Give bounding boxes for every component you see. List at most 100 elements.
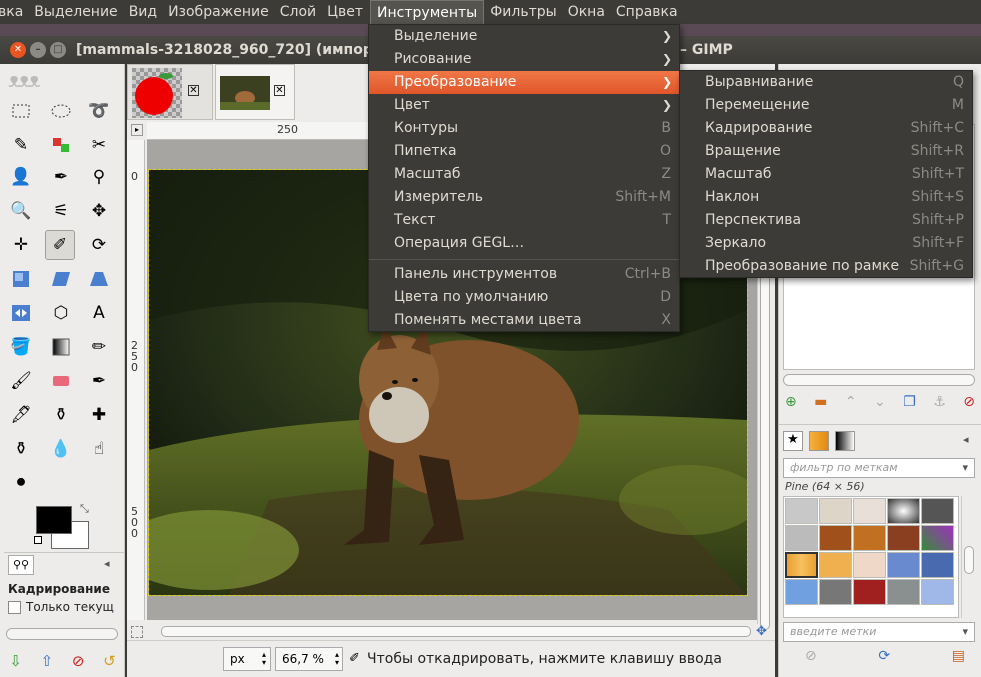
transform-item-scale[interactable]: Масштаб Shift+T (680, 163, 972, 186)
pattern-swatch[interactable] (819, 498, 852, 524)
pattern-swatch[interactable] (819, 525, 852, 551)
menu-select[interactable]: Выделение (30, 0, 124, 24)
tools-menu-item-measure[interactable]: Измеритель Shift+M (369, 186, 679, 209)
tool-options-tab-icon[interactable]: ⚲⚲ (8, 555, 34, 575)
pattern-swatch[interactable] (819, 552, 852, 578)
brushes-tab-icon[interactable]: ★ (783, 431, 803, 451)
brush-tag-filter[interactable]: фильтр по меткам ▾ (783, 458, 975, 478)
menu-layer[interactable]: Слой (276, 0, 323, 24)
gradients-tab-icon[interactable] (835, 431, 855, 451)
color-picker-tool-icon[interactable]: ⚲ (84, 162, 114, 192)
pattern-swatch[interactable] (785, 498, 818, 524)
pattern-tags-input[interactable]: введите метки ▾ (783, 622, 975, 642)
tools-menu-item-gegl[interactable]: Операция GEGL… (369, 232, 679, 255)
pattern-swatch[interactable] (887, 498, 920, 524)
ellipse-select-tool-icon[interactable] (46, 96, 76, 126)
paths-tool-icon[interactable]: ✒ (46, 162, 76, 192)
bucket-fill-tool-icon[interactable]: 🪣 (6, 332, 36, 362)
pattern-swatch[interactable] (887, 525, 920, 551)
perspective-tool-icon[interactable] (84, 264, 114, 294)
image-menu-button[interactable]: ▸ (131, 124, 143, 136)
open-as-image-icon[interactable]: ▤ (952, 648, 965, 670)
patterns-tab-icon[interactable] (809, 431, 829, 451)
navigate-icon[interactable]: ✥ (756, 624, 767, 639)
foreground-color-swatch[interactable] (36, 506, 72, 534)
tools-menu-item-zoom[interactable]: Масштаб Z (369, 163, 679, 186)
transform-item-perspective[interactable]: Перспектива Shift+P (680, 209, 972, 232)
menu-help[interactable]: Справка (612, 0, 685, 24)
patterns-scroll-thumb[interactable] (964, 546, 974, 574)
restore-preset-icon[interactable]: ⇧ (41, 652, 54, 670)
scissors-tool-icon[interactable]: ✂ (84, 130, 114, 160)
select-by-color-tool-icon[interactable] (46, 130, 76, 160)
align-tool-icon[interactable]: ✛ (6, 230, 36, 260)
paintbrush-tool-icon[interactable]: 🖌 (6, 366, 36, 396)
transform-item-unified[interactable]: Преобразование по рамке Shift+G (680, 255, 972, 278)
transform-item-crop[interactable]: Кадрирование Shift+C (680, 117, 972, 140)
quick-mask-toggle[interactable] (131, 626, 143, 638)
ink-tool-icon[interactable]: 🖋 (6, 400, 36, 430)
image-tab-fox[interactable]: ✕ (215, 64, 295, 120)
configure-tab-icon[interactable]: ◂ (963, 433, 969, 446)
transform-item-move[interactable]: Перемещение M (680, 94, 972, 117)
only-current-checkbox[interactable] (8, 600, 21, 614)
menu-image[interactable]: Изображение (164, 0, 276, 24)
pattern-swatch[interactable] (921, 579, 954, 605)
tools-menu-item-swap-colors[interactable]: Поменять местами цвета X (369, 309, 679, 332)
tools-menu-item-transform[interactable]: Преобразование ❯ (369, 71, 679, 94)
pencil-tool-icon[interactable]: ✏ (84, 332, 114, 362)
pattern-swatch[interactable] (819, 579, 852, 605)
rect-select-tool-icon[interactable] (6, 96, 36, 126)
pattern-swatch[interactable] (853, 525, 886, 551)
unit-select[interactable]: px ▴ ▾ (223, 647, 271, 671)
maximize-window-button[interactable]: □ (50, 42, 66, 58)
pattern-swatch-selected[interactable] (785, 552, 818, 578)
menu-tools[interactable]: Инструменты (370, 0, 485, 24)
configure-tab-icon[interactable]: ◂ (104, 557, 110, 570)
fuzzy-select-tool-icon[interactable]: ✎ (6, 130, 36, 160)
swap-colors-icon[interactable]: ⤡ (80, 502, 89, 516)
pattern-swatch[interactable] (853, 498, 886, 524)
image-tab-apple[interactable]: ✕ (127, 64, 213, 120)
tools-menu-item-default-colors[interactable]: Цвета по умолчанию D (369, 286, 679, 309)
pattern-swatch[interactable] (887, 579, 920, 605)
chevron-down-icon[interactable]: ▾ (962, 625, 968, 638)
transform-item-align[interactable]: Выравнивание Q (680, 71, 972, 94)
close-tab-icon[interactable]: ✕ (274, 85, 285, 96)
move-tool-icon[interactable]: ✥ (84, 196, 114, 226)
zoom-tool-icon[interactable]: 🔍 (6, 196, 36, 226)
menu-view[interactable]: Вид (125, 0, 164, 24)
tools-menu-item-toolbox[interactable]: Панель инструментов Ctrl+B (369, 263, 679, 286)
pattern-swatch[interactable] (921, 525, 954, 551)
anchor-layer-icon[interactable]: ⚓ (933, 394, 946, 416)
chevron-down-icon[interactable]: ▾ (962, 461, 968, 474)
pattern-swatch[interactable] (785, 525, 818, 551)
reset-options-icon[interactable]: ↺ (103, 652, 116, 670)
delete-preset-icon[interactable]: ⊘ (72, 652, 85, 670)
duplicate-layer-icon[interactable]: ❐ (903, 394, 916, 416)
airbrush-tool-icon[interactable]: ✒ (84, 366, 114, 396)
flip-tool-icon[interactable] (6, 298, 36, 328)
minimize-window-button[interactable]: – (30, 42, 46, 58)
transform-item-flip[interactable]: Зеркало Shift+F (680, 232, 972, 255)
new-layer-group-icon[interactable]: ▬ (814, 394, 827, 416)
menu-color[interactable]: Цвет (323, 0, 370, 24)
crop-tool-icon[interactable]: ✐ (45, 230, 75, 260)
tool-options-scrollbar[interactable] (6, 628, 118, 640)
tools-menu-item-color-picker[interactable]: Пипетка O (369, 140, 679, 163)
free-select-tool-icon[interactable]: ➰ (84, 96, 114, 126)
tools-menu-item-color[interactable]: Цвет ❯ (369, 94, 679, 117)
measure-tool-icon[interactable]: ⚟ (46, 196, 76, 226)
delete-layer-icon[interactable]: ⊘ (963, 394, 975, 416)
default-colors-icon[interactable] (34, 536, 42, 544)
new-layer-icon[interactable]: ⊕ (785, 394, 797, 416)
save-preset-icon[interactable]: ⇩ (9, 652, 22, 670)
pattern-swatch[interactable] (853, 552, 886, 578)
tools-menu-item-text[interactable]: Текст T (369, 209, 679, 232)
menu-select-partial[interactable]: вка (0, 0, 30, 24)
raise-layer-icon[interactable]: ⌃ (845, 394, 857, 416)
close-tab-icon[interactable]: ✕ (188, 85, 199, 96)
blend-tool-icon[interactable] (46, 332, 76, 362)
patterns-scrollbar[interactable] (961, 496, 975, 618)
perspective-clone-tool-icon[interactable]: ⚱ (6, 434, 36, 464)
